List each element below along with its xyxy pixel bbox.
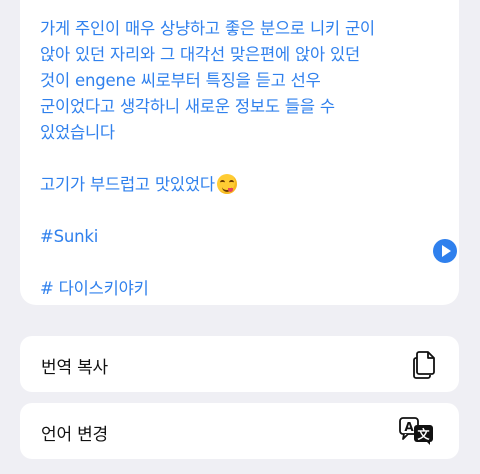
change-language-button[interactable]: 언어 변경 A 文 [20, 403, 459, 459]
copy-icon [413, 351, 435, 379]
translation-sheet: 가게 주인이 매우 상냥하고 좋은 분으로 니키 군이 앉아 있던 자리와 그 … [0, 0, 480, 474]
translated-text: 가게 주인이 매우 상냥하고 좋은 분으로 니키 군이 앉아 있던 자리와 그 … [40, 16, 420, 302]
translation-line: 군이었다고 생각하니 새로운 정보도 들을 수 [40, 97, 335, 116]
play-icon[interactable] [433, 239, 457, 263]
tasty-line: 고기가 부드럽고 맛있었다 [40, 172, 420, 198]
translate-icon: A 文 [399, 417, 433, 445]
yummy-face-emoji-icon [216, 174, 237, 194]
translation-line: 것이 engene 씨로부터 특징을 듣고 선우 [40, 71, 321, 90]
hashtag-daisukiyaki: # 다이스키야키 [40, 279, 149, 298]
translation-line: 있었습니다 [40, 123, 115, 142]
change-language-label: 언어 변경 [41, 425, 108, 445]
svg-text:文: 文 [417, 427, 430, 442]
hashtag-sunki: #Sunki [40, 227, 99, 246]
tasty-text: 고기가 부드럽고 맛있었다 [40, 175, 215, 194]
copy-translation-label: 번역 복사 [41, 358, 108, 378]
translation-line: 앉아 있던 자리와 그 대각선 맞은편에 앉아 있던 [40, 45, 360, 64]
copy-translation-button[interactable]: 번역 복사 [20, 336, 459, 392]
translation-card: 가게 주인이 매우 상냥하고 좋은 분으로 니키 군이 앉아 있던 자리와 그 … [20, 0, 459, 305]
translation-line: 가게 주인이 매우 상냥하고 좋은 분으로 니키 군이 [40, 19, 375, 38]
svg-text:A: A [404, 420, 414, 434]
